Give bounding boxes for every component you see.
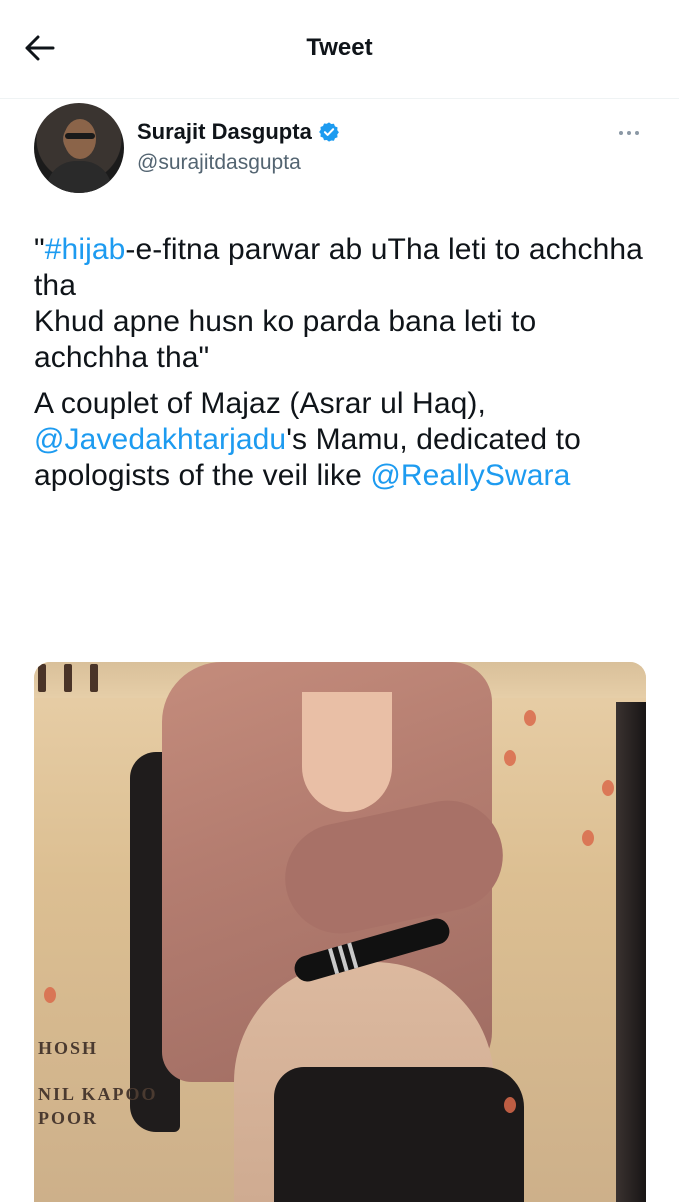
quote-mark: " [34, 233, 45, 266]
description-intro: A couplet of Majaz (Asrar ul Haq), [34, 387, 486, 420]
poster-text-1: HOSH [38, 1038, 99, 1058]
tweet-description: A couplet of Majaz (Asrar ul Haq), @Jave… [34, 386, 654, 494]
tweet-couplet: "#hijab-e-fitna parwar ab uTha leti to a… [34, 232, 654, 376]
poster-text-3: POOR [38, 1108, 98, 1128]
page-title: Tweet [306, 34, 373, 61]
tweet-media-image[interactable]: HOSH NIL KAPOO POOR [34, 662, 646, 1202]
avatar-body [46, 161, 112, 193]
hashtag-link[interactable]: #hijab [45, 233, 126, 266]
poster-text-2: NIL KAPOO [38, 1084, 158, 1104]
figure-neck [302, 692, 392, 812]
more-horizontal-icon [619, 131, 623, 135]
couplet-line-2: Khud apne husn ko parda bana leti to ach… [34, 305, 537, 374]
avatar-face [64, 119, 96, 159]
dark-edge [616, 702, 646, 1202]
author-handle[interactable]: @surajitdasgupta [137, 149, 340, 177]
avatar-glasses [65, 133, 95, 139]
mention-link-javed[interactable]: @Javedakhtarjadu [34, 423, 286, 456]
tweet-author: Surajit Dasgupta @surajitdasgupta [34, 103, 654, 193]
more-options-button[interactable] [614, 123, 644, 143]
verified-badge-icon [318, 121, 340, 143]
couplet-line-1: -e-fitna parwar ab uTha leti to achchha … [34, 233, 643, 302]
top-bar: Tweet [0, 0, 679, 99]
avatar[interactable] [34, 103, 124, 193]
author-name[interactable]: Surajit Dasgupta [137, 117, 312, 147]
tweet-text: "#hijab-e-fitna parwar ab uTha leti to a… [34, 232, 654, 504]
chair-base [274, 1067, 524, 1202]
mention-link-swara[interactable]: @ReallySwara [370, 459, 570, 492]
author-info: Surajit Dasgupta @surajitdasgupta [137, 117, 340, 177]
